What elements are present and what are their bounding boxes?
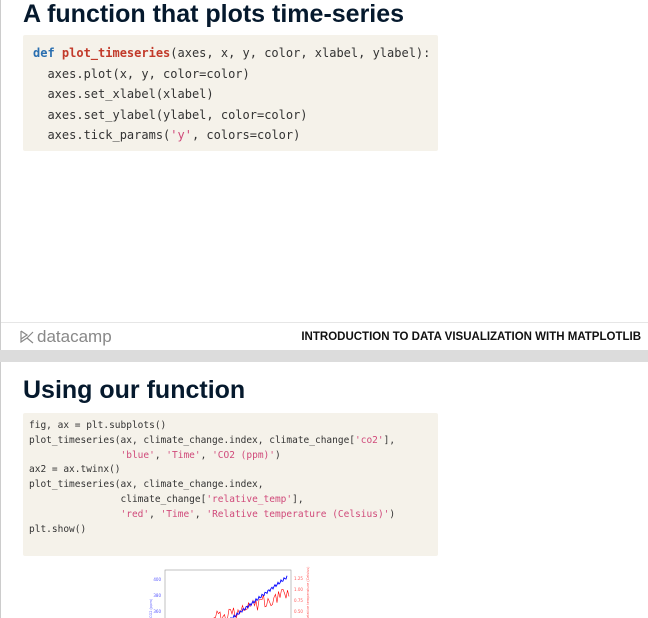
code-block: def plot_timeseries(axes, x, y, color, x…	[23, 35, 438, 151]
code-token: ,	[149, 509, 160, 520]
slide-1: A function that plots time-series def pl…	[0, 0, 648, 350]
code-token: plot_timeseries(ax, climate_change.index…	[29, 435, 355, 446]
course-title: INTRODUCTION TO DATA VISUALIZATION WITH …	[301, 331, 641, 343]
code-token: 'Time'	[161, 509, 195, 520]
code-token: 'co2'	[355, 435, 384, 446]
code-token: ],	[292, 494, 303, 505]
datacamp-logo: datacamp	[19, 327, 112, 347]
right-tick-label: 1.00	[294, 587, 303, 592]
code-line: ax2 = ax.twinx()	[29, 463, 432, 478]
logo-text: datacamp	[37, 327, 112, 347]
right-tick-label: 1.25	[294, 576, 303, 581]
code-token: ax2 = ax.twinx()	[29, 464, 121, 475]
right-tick-label: 0.50	[294, 609, 303, 614]
code-token: fig, ax = plt.subplots()	[29, 420, 166, 431]
code-line: axes.set_ylabel(ylabel, color=color)	[33, 105, 428, 126]
code-token: 'CO2 (ppm)'	[212, 450, 275, 461]
code-line: def plot_timeseries(axes, x, y, color, x…	[33, 43, 428, 64]
code-line: plot_timeseries(ax, climate_change.index…	[29, 478, 432, 493]
slide-title: A function that plots time-series	[23, 0, 404, 29]
code-token: plt.show()	[29, 524, 86, 535]
code-token: 'red'	[121, 509, 150, 520]
code-token: ,	[195, 509, 206, 520]
code-token: 'blue'	[121, 450, 155, 461]
code-token: ,	[201, 450, 212, 461]
code-token: axes.tick_params(	[33, 128, 170, 142]
timeseries-chart: 400 380 360 1.25 1.00 0.75 0.50 CO2 (ppm) Relati…	[131, 560, 331, 618]
code-token: plot_timeseries	[62, 46, 170, 60]
datacamp-icon	[19, 329, 35, 345]
code-token: , colors=color)	[192, 128, 300, 142]
code-token	[29, 509, 121, 520]
plot-frame	[165, 570, 291, 618]
code-token: (axes, x, y, color, xlabel, ylabel):	[170, 46, 430, 60]
code-token: axes.set_xlabel(xlabel)	[33, 87, 214, 101]
code-token: def	[33, 46, 62, 60]
code-token: )	[275, 450, 281, 461]
code-line: axes.plot(x, y, color=color)	[33, 64, 428, 85]
code-line: plt.show()	[29, 523, 432, 538]
code-token: axes.set_ylabel(ylabel, color=color)	[33, 108, 308, 122]
code-line: axes.tick_params('y', colors=color)	[33, 125, 428, 146]
code-line: axes.set_xlabel(xlabel)	[33, 84, 428, 105]
slide-footer: datacamp INTRODUCTION TO DATA VISUALIZAT…	[1, 322, 648, 350]
left-tick-label: 360	[153, 609, 161, 614]
right-tick-label: 0.75	[294, 598, 303, 603]
left-tick-label: 400	[153, 577, 161, 582]
code-token: climate_change[	[29, 494, 206, 505]
code-token: ,	[155, 450, 166, 461]
left-axis-label: CO2 (ppm)	[149, 598, 153, 618]
right-axis-label: Relative temperature (Celsius)	[306, 566, 310, 618]
code-token: plot_timeseries(ax, climate_change.index…	[29, 479, 264, 490]
code-line: climate_change['relative_temp'],	[29, 493, 432, 508]
code-token: ],	[384, 435, 395, 446]
code-line: 'blue', 'Time', 'CO2 (ppm)')	[29, 449, 432, 464]
code-token: 'y'	[170, 128, 192, 142]
code-token: )	[389, 509, 395, 520]
code-line: fig, ax = plt.subplots()	[29, 419, 432, 434]
code-token	[29, 450, 121, 461]
code-block: fig, ax = plt.subplots() plot_timeseries(…	[23, 413, 438, 556]
left-tick-label: 380	[153, 593, 161, 598]
slide-title: Using our function	[23, 376, 245, 405]
code-token: 'Relative temperature (Celsius)'	[206, 509, 389, 520]
slide-2: Using our function fig, ax = plt.subplot…	[0, 362, 648, 618]
code-token: 'relative_temp'	[206, 494, 292, 505]
code-token: 'Time'	[166, 450, 200, 461]
code-line: plot_timeseries(ax, climate_change.index…	[29, 434, 432, 449]
code-line: 'red', 'Time', 'Relative temperature (Ce…	[29, 508, 432, 523]
code-token: axes.plot(x, y, color=color)	[33, 67, 250, 81]
